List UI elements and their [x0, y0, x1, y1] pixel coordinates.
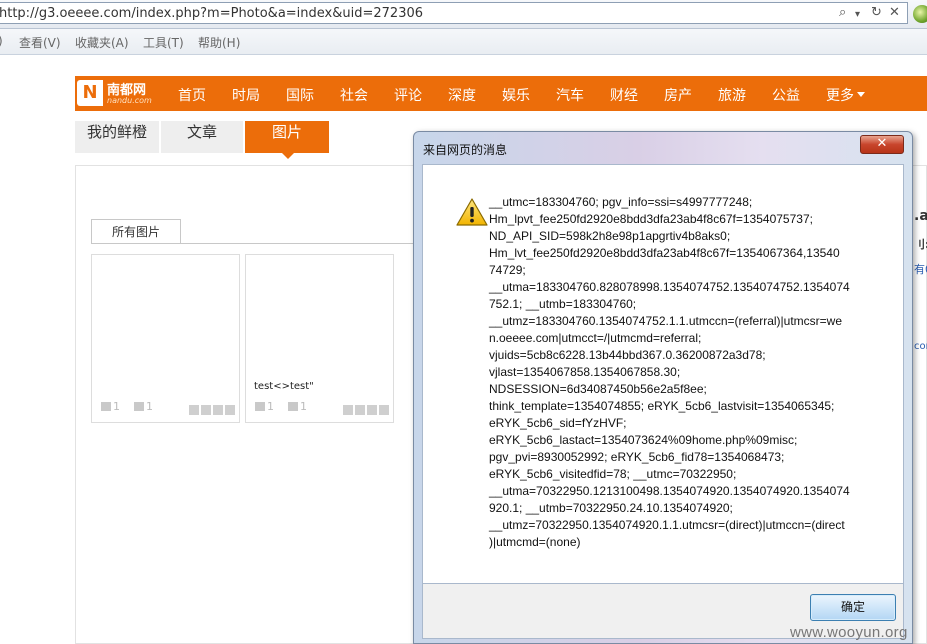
caret-down-icon — [857, 92, 865, 97]
card-tools — [341, 400, 389, 415]
nav-international[interactable]: 国际 — [286, 85, 314, 105]
nav-entertainment[interactable]: 娱乐 — [502, 85, 530, 105]
like-count-value: 1 — [146, 400, 153, 413]
like-icon — [134, 402, 144, 411]
tab-my-orange[interactable]: 我的鲜橙 — [75, 121, 159, 153]
watermark: www.wooyun.org — [790, 624, 908, 641]
menu-favorites[interactable]: 收藏夹(A) — [75, 34, 129, 51]
active-tab-pointer — [282, 153, 294, 159]
logo-subtext: nandu.com — [107, 96, 152, 105]
comment-count: 1 — [101, 400, 120, 413]
nav-politics[interactable]: 时局 — [232, 85, 260, 105]
site-logo[interactable]: N 南都网 nandu.com — [77, 79, 155, 108]
like-count: 1 — [134, 400, 153, 413]
search-icon[interactable]: ⌕ — [839, 5, 846, 21]
photo-card[interactable]: 1 1 — [91, 254, 240, 423]
site-nav-bar: N 南都网 nandu.com 首页 时局 国际 社会 评论 深度 娱乐 汽车 … — [75, 76, 927, 111]
logo-mark-icon: N — [77, 80, 103, 106]
menu-tools[interactable]: 工具(T) — [143, 34, 184, 51]
close-icon: ✕ — [876, 136, 888, 151]
url-text: http://g3.oeeee.com/index.php?m=Photo&a=… — [0, 6, 424, 21]
url-field[interactable]: http://g3.oeeee.com/index.php?m=Photo&a=… — [0, 2, 908, 24]
nav-home[interactable]: 首页 — [178, 85, 206, 105]
alert-dialog: 来自网页的消息 ✕ __utmc=183304760; pgv_info=ssi… — [413, 131, 913, 644]
nav-depth[interactable]: 深度 — [448, 85, 476, 105]
tag-icon[interactable] — [213, 405, 223, 415]
like-icon — [288, 402, 298, 411]
right-peek-text: .ac — [914, 208, 927, 224]
comment-icon — [101, 402, 111, 411]
close-icon[interactable]: ✕ — [889, 5, 900, 21]
nav-travel[interactable]: 旅游 — [718, 85, 746, 105]
nav-finance[interactable]: 财经 — [610, 85, 638, 105]
menu-bar: ) 查看(V) 收藏夹(A) 工具(T) 帮助(H) — [0, 29, 927, 55]
move-icon[interactable] — [201, 405, 211, 415]
like-count-value: 1 — [300, 400, 307, 413]
tab-photos[interactable]: 图片 — [245, 121, 329, 153]
address-bar: http://g3.oeeee.com/index.php?m=Photo&a=… — [0, 0, 927, 29]
photo-card[interactable]: test<>test" 1 1 — [245, 254, 394, 423]
album-tab-underline — [91, 243, 421, 244]
delete-icon[interactable] — [379, 405, 389, 415]
tag-icon[interactable] — [367, 405, 377, 415]
nav-opinion[interactable]: 评论 — [394, 85, 422, 105]
menu-view[interactable]: 查看(V) — [19, 34, 61, 51]
edit-icon[interactable] — [343, 405, 353, 415]
ok-button[interactable]: 确定 — [810, 594, 896, 621]
dropdown-icon[interactable]: ▾ — [855, 7, 860, 23]
nav-charity[interactable]: 公益 — [772, 85, 800, 105]
edit-icon[interactable] — [189, 405, 199, 415]
refresh-icon[interactable]: ↻ — [871, 5, 882, 21]
like-count: 1 — [288, 400, 307, 413]
comment-count: 1 — [255, 400, 274, 413]
warning-icon — [456, 198, 488, 226]
delete-icon[interactable] — [225, 405, 235, 415]
menu-partial: ) — [0, 34, 6, 48]
comment-count-value: 1 — [267, 400, 274, 413]
tab-all-photos[interactable]: 所有图片 — [91, 219, 181, 244]
move-icon[interactable] — [355, 405, 365, 415]
menu-help[interactable]: 帮助(H) — [198, 34, 240, 51]
nav-more-label: 更多 — [826, 88, 854, 104]
dialog-title: 来自网页的消息 — [423, 143, 508, 157]
browser-globe-icon — [913, 5, 927, 23]
nav-realestate[interactable]: 房产 — [664, 85, 692, 105]
tab-articles[interactable]: 文章 — [161, 121, 243, 153]
dialog-close-button[interactable]: ✕ — [860, 135, 904, 154]
comment-count-value: 1 — [113, 400, 120, 413]
dialog-message: __utmc=183304760; pgv_info=ssi=s49977772… — [489, 195, 850, 549]
right-peek-link[interactable]: 有0, — [914, 261, 927, 277]
nav-more[interactable]: 更多 — [826, 85, 865, 105]
right-peek-text: 刂: — [914, 238, 927, 251]
right-peek-link[interactable]: con — [914, 341, 927, 352]
photo-caption[interactable]: test<>test" — [254, 381, 314, 392]
comment-icon — [255, 402, 265, 411]
nav-auto[interactable]: 汽车 — [556, 85, 584, 105]
nav-society[interactable]: 社会 — [340, 85, 368, 105]
card-tools — [187, 400, 235, 415]
dialog-body: __utmc=183304760; pgv_info=ssi=s49977772… — [422, 164, 904, 584]
